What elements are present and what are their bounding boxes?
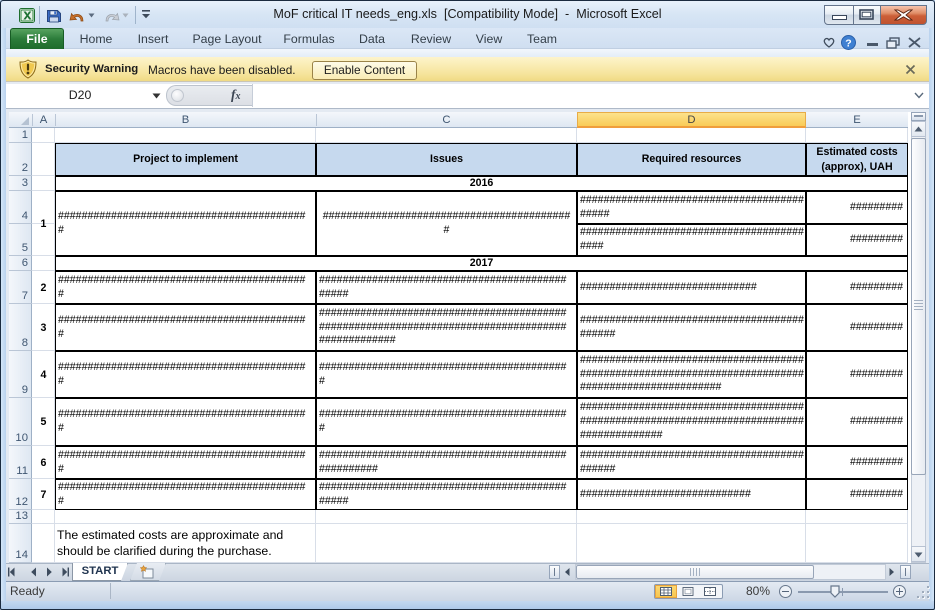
svg-text:?: ? [845,37,851,49]
